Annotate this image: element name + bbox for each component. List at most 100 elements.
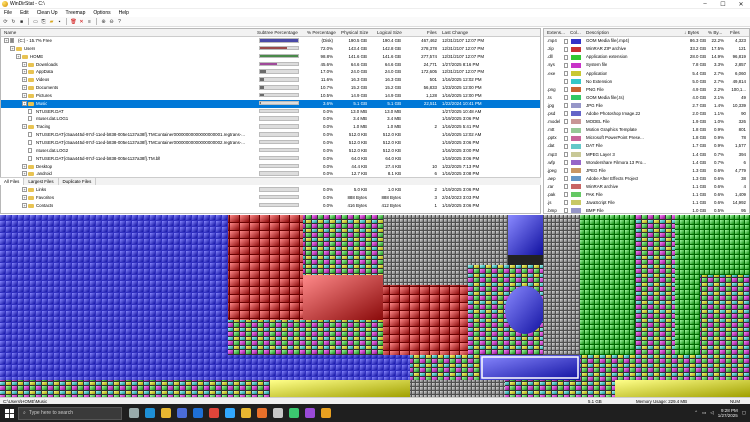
directory-list[interactable]: Name Subtree Percentage % Percentage Phy… xyxy=(0,28,541,214)
tree-row[interactable]: + (C:) - 15.7% Free (Disk) 190.5 GB 190.4 GB… xyxy=(1,37,540,45)
stop-icon[interactable]: ■ xyxy=(18,18,25,25)
expand-icon[interactable]: + xyxy=(22,163,27,169)
extension-row[interactable]: .wfp Wondershare Filmora 13 Pro... 1.4 GB 0… xyxy=(544,158,749,166)
refresh-all-icon[interactable]: ⟳ xyxy=(2,18,9,25)
tree-row[interactable]: ntuser.dat.LOG2 0.0% 512.0 KB 512.0 KB 1/16/… xyxy=(1,147,540,155)
volume-icon[interactable]: ◁ xyxy=(710,410,713,416)
cmd-icon[interactable]: ▪ xyxy=(56,18,63,25)
tree-row[interactable]: + Users 72.0% 143.4 GB 142.8 GB 278,378 12/31/… xyxy=(1,45,540,53)
col-logical-size[interactable]: Logical Size xyxy=(377,30,402,35)
properties-icon[interactable]: ≡ xyxy=(86,18,93,25)
menu-options[interactable]: Options xyxy=(89,10,114,16)
extension-row[interactable]: .exe Application 5.4 GB 2.7% 6,060 xyxy=(544,69,749,77)
extension-row[interactable]: .psd Adobe Photoshop Image.22 2.0 GB 1.1% 90 xyxy=(544,110,749,118)
expand-icon[interactable]: + xyxy=(22,92,27,98)
extension-row[interactable]: .js JavaScript File 1.1 GB 0.6% 14,992 xyxy=(544,199,749,207)
extension-row[interactable]: .ts GOM Media file(.ts) 4.0 GB 2.1% 49 xyxy=(544,94,749,102)
open-icon[interactable]: ▭ xyxy=(32,18,39,25)
expand-icon[interactable]: + xyxy=(22,77,27,83)
extension-row[interactable]: .jpg JPG File 2.7 GB 1.4% 10,339 xyxy=(544,102,749,110)
minimize-button[interactable]: – xyxy=(696,0,714,9)
store-icon[interactable] xyxy=(177,408,187,418)
col-percentage[interactable]: % Percentage xyxy=(307,30,336,35)
tree-row[interactable]: + Downloads 45.6% 64.6 GB 64.6 GB 24,771 1/27/… xyxy=(1,61,540,69)
tree-row[interactable]: + Music 3.6% 5.1 GB 5.1 GB 22,511 1/22/2024 10… xyxy=(1,99,540,108)
taskbar-search[interactable]: ⌕ Type here to search xyxy=(18,406,122,420)
col-color[interactable]: Col... xyxy=(570,30,581,35)
delete-recycle-icon[interactable]: 🗑 xyxy=(70,18,77,25)
tree-row[interactable]: NTUSER.DAT 0.0% 13.0 MB 13.0 MB 1/27/2025 10… xyxy=(1,108,540,116)
menu-clean-up[interactable]: Clean Up xyxy=(33,10,62,16)
col-percent-bytes[interactable]: % By... xyxy=(708,30,722,35)
tree-row[interactable]: NTUSER.DAT{c5aa445d-97cf-11ed-b838-005e1… xyxy=(1,131,540,139)
delete-icon[interactable]: ✕ xyxy=(78,18,85,25)
extension-row[interactable]: .mp4 GOM Media file(.mp4) 86.3 GB 22.2% 4,32… xyxy=(544,37,749,45)
tree-row[interactable]: NTUSER.DAT{c5aa445d-97cf-11ed-b838-005e1… xyxy=(1,139,540,147)
extension-row[interactable]: .pptx Microsoft PowerPoint Prese... 1.8 GB… xyxy=(544,134,749,142)
photoshop-icon[interactable] xyxy=(225,408,235,418)
expand-icon[interactable]: + xyxy=(10,45,15,51)
tree-row[interactable]: ntuser.dat.LOG1 0.0% 3.4 MB 3.4 MB 1/19/2025… xyxy=(1,115,540,123)
extension-row[interactable]: .aep Adobe After Effects Project 1.3 GB 0.6… xyxy=(544,175,749,183)
expand-icon[interactable]: + xyxy=(22,85,27,91)
tree-row[interactable]: + AppData 17.0% 24.0 GB 24.0 GB 172,605 12/31/… xyxy=(1,68,540,76)
copy-path-icon[interactable]: ⎘ xyxy=(40,18,47,25)
tab-duplicate-files[interactable]: Duplicate Files xyxy=(59,178,97,185)
close-button[interactable]: ✕ xyxy=(732,0,750,9)
expand-icon[interactable]: + xyxy=(22,194,27,200)
tree-row[interactable]: + Pictures 10.5% 14.9 GB 14.9 GB 1,128 1/16/20… xyxy=(1,92,540,100)
col-name[interactable]: Name xyxy=(4,30,16,35)
treemap[interactable] xyxy=(0,215,750,397)
col-description[interactable]: Description xyxy=(586,30,609,35)
col-last-change[interactable]: Last Change xyxy=(442,30,468,35)
col-files[interactable]: Files xyxy=(730,30,740,35)
tree-row[interactable]: + Videos 11.6% 16.3 GB 16.3 GB 501 1/16/2025 1… xyxy=(1,76,540,84)
tree-row[interactable]: NTUSER.DAT{c5aa445d-97cf-11ed-b838-005e1… xyxy=(1,155,540,163)
expand-icon[interactable]: + xyxy=(22,61,27,67)
zoom-out-icon[interactable]: ⊖ xyxy=(108,18,115,25)
windirstat-icon[interactable] xyxy=(321,408,331,418)
extension-row[interactable]: .jpeg JPEG File 1.3 GB 0.6% 4,779 xyxy=(544,167,749,175)
expand-icon[interactable]: + xyxy=(22,69,27,75)
media-player-icon[interactable] xyxy=(257,408,267,418)
expand-icon[interactable]: + xyxy=(22,202,27,208)
extension-row[interactable]: .dll Application extension 28.0 GB 14.9% 96,… xyxy=(544,53,749,61)
tab-all-files[interactable]: All Files xyxy=(0,178,25,185)
extension-row[interactable]: .bmp BMP File 1.0 GB 0.5% 95 xyxy=(544,207,749,213)
extension-row[interactable]: .png PNG File 4.9 GB 2.2% 100,1... xyxy=(544,86,749,94)
notification-icon[interactable]: ▢ xyxy=(742,410,746,416)
expand-icon[interactable]: + xyxy=(16,53,21,59)
maximize-button[interactable]: ☐ xyxy=(714,0,732,9)
expand-icon[interactable]: + xyxy=(22,124,27,130)
menu-treemap[interactable]: Treemap xyxy=(62,10,90,16)
extension-row[interactable]: .zip WinRAR ZIP archive 33.2 GB 17.5% 121 xyxy=(544,45,749,53)
extension-row[interactable]: .pak PAK File 1.1 GB 0.6% 1,409 xyxy=(544,191,749,199)
network-icon[interactable]: ▭ xyxy=(702,410,706,416)
expand-icon[interactable]: + xyxy=(22,100,27,106)
clock[interactable]: 9:28 PM 1/27/2025 xyxy=(718,408,738,419)
mail-icon[interactable] xyxy=(193,408,203,418)
app-icon[interactable] xyxy=(273,408,283,418)
tree-row[interactable]: + Desktop 0.0% 44.4 KB 27.4 KB 10 1/22/2025 7:… xyxy=(1,163,540,171)
chrome-icon[interactable] xyxy=(241,408,251,418)
tree-row[interactable]: + Links 0.0% 5.0 KB 1.0 KB 2 1/19/2025 3:06 PM xyxy=(1,186,540,194)
task-view-icon[interactable] xyxy=(129,408,139,418)
refresh-icon[interactable]: ↻ xyxy=(10,18,17,25)
menu-file[interactable]: File xyxy=(0,10,16,16)
explorer-icon[interactable]: ▰ xyxy=(48,18,55,25)
menu-help[interactable]: Help xyxy=(115,10,133,16)
windows-start-icon[interactable] xyxy=(0,404,18,422)
extension-row[interactable]: .dat DAT File 1.7 GB 0.9% 1,577 xyxy=(544,142,749,150)
col-files[interactable]: Files xyxy=(427,30,437,35)
extension-list[interactable]: Extens... Col... Description ↓ Bytes % B… xyxy=(543,28,750,214)
extension-row[interactable]: .sys System file 7.8 GB 3.3% 2,857 xyxy=(544,61,749,69)
col-physical-size[interactable]: Physical Size xyxy=(341,30,368,35)
extension-row[interactable]: .mp3 MPEG Layer 3 1.4 GB 0.7% 394 xyxy=(544,150,749,158)
file-explorer-icon[interactable] xyxy=(161,408,171,418)
extension-row[interactable]: .mtt Motion Graphics Template 1.8 GB 0.9% 80… xyxy=(544,126,749,134)
extension-row[interactable]: .rar WinRAR archive 1.1 GB 0.6% 4 xyxy=(544,183,749,191)
col-extension[interactable]: Extens... xyxy=(547,30,565,35)
menu-edit[interactable]: Edit xyxy=(16,10,33,16)
chevron-up-icon[interactable]: ⌃ xyxy=(694,410,698,416)
tree-row[interactable]: + Favorites 0.0% 888 Bytes 888 Bytes 3 2/24/20… xyxy=(1,194,540,202)
